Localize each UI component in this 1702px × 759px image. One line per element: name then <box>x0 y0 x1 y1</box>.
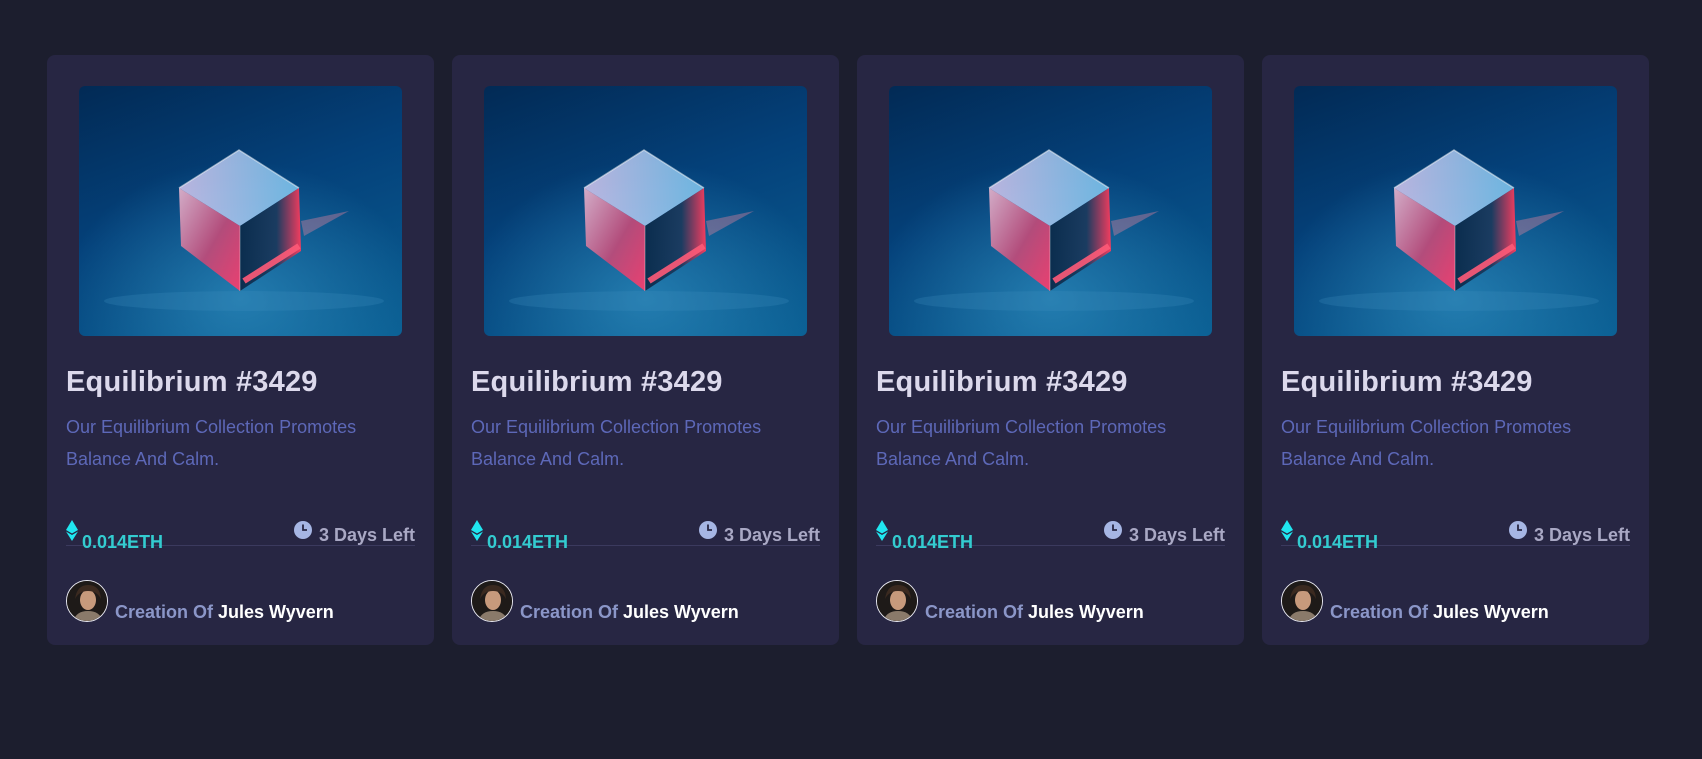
nft-card[interactable]: Equilibrium #3429 Our Equilibrium Collec… <box>47 55 434 645</box>
nft-time-left: 3 Days Left <box>698 521 820 545</box>
time-left-text: 3 Days Left <box>318 524 415 545</box>
ethereum-icon <box>66 520 78 546</box>
price-value: 0.014ETH <box>1297 532 1379 552</box>
price-value: 0.014ETH <box>487 532 569 552</box>
clock-icon <box>698 521 717 544</box>
creator-avatar[interactable] <box>471 580 513 622</box>
nft-image[interactable] <box>1294 86 1617 336</box>
nft-meta-row: 0.014ETH 3 Days Left <box>471 515 820 551</box>
creator-avatar[interactable] <box>66 580 108 622</box>
crystal-cube-image <box>889 86 1212 336</box>
nft-title: Equilibrium #3429 <box>1281 366 1533 398</box>
nft-card[interactable]: Equilibrium #3429 Our Equilibrium Collec… <box>1262 55 1649 645</box>
crystal-cube-image <box>484 86 807 336</box>
time-left-text: 3 Days Left <box>1128 524 1225 545</box>
time-left-text: 3 Days Left <box>1533 524 1630 545</box>
nft-meta-row: 0.014ETH 3 Days Left <box>876 515 1225 551</box>
creator-prefix: Creation Of <box>925 602 1024 622</box>
nft-description: Our Equilibrium Collection Promotes Bala… <box>1281 417 1572 469</box>
nft-card-grid: Equilibrium #3429 Our Equilibrium Collec… <box>47 55 1649 645</box>
creator-name[interactable]: Jules Wyvern <box>218 602 334 622</box>
nft-price: 0.014ETH <box>1281 520 1378 551</box>
clock-icon <box>1103 521 1122 544</box>
nft-price: 0.014ETH <box>876 520 973 551</box>
nft-time-left: 3 Days Left <box>1103 521 1225 545</box>
creator-name[interactable]: Jules Wyvern <box>623 602 739 622</box>
nft-image[interactable] <box>484 86 807 336</box>
nft-meta-row: 0.014ETH 3 Days Left <box>1281 515 1630 551</box>
nft-card[interactable]: Equilibrium #3429 Our Equilibrium Collec… <box>452 55 839 645</box>
nft-price: 0.014ETH <box>471 520 568 551</box>
creator-prefix: Creation Of <box>1330 602 1429 622</box>
price-value: 0.014ETH <box>892 532 974 552</box>
nft-description: Our Equilibrium Collection Promotes Bala… <box>66 417 357 469</box>
nft-creator[interactable]: Creation Of Jules Wyvern <box>66 578 334 622</box>
crystal-cube-image <box>1294 86 1617 336</box>
ethereum-icon <box>471 520 483 546</box>
nft-time-left: 3 Days Left <box>293 521 415 545</box>
nft-description: Our Equilibrium Collection Promotes Bala… <box>876 417 1167 469</box>
creator-label: Creation Of Jules Wyvern <box>115 603 334 621</box>
nft-time-left: 3 Days Left <box>1508 521 1630 545</box>
creator-avatar[interactable] <box>1281 580 1323 622</box>
nft-title: Equilibrium #3429 <box>66 366 318 398</box>
nft-image[interactable] <box>79 86 402 336</box>
nft-description: Our Equilibrium Collection Promotes Bala… <box>471 417 762 469</box>
nft-image[interactable] <box>889 86 1212 336</box>
nft-creator[interactable]: Creation Of Jules Wyvern <box>471 578 739 622</box>
nft-title: Equilibrium #3429 <box>876 366 1128 398</box>
nft-card[interactable]: Equilibrium #3429 Our Equilibrium Collec… <box>857 55 1244 645</box>
creator-label: Creation Of Jules Wyvern <box>1330 603 1549 621</box>
ethereum-icon <box>876 520 888 546</box>
creator-label: Creation Of Jules Wyvern <box>925 603 1144 621</box>
creator-prefix: Creation Of <box>520 602 619 622</box>
nft-price: 0.014ETH <box>66 520 163 551</box>
crystal-cube-image <box>79 86 402 336</box>
creator-avatar[interactable] <box>876 580 918 622</box>
clock-icon <box>1508 521 1527 544</box>
nft-creator[interactable]: Creation Of Jules Wyvern <box>1281 578 1549 622</box>
ethereum-icon <box>1281 520 1293 546</box>
creator-name[interactable]: Jules Wyvern <box>1433 602 1549 622</box>
creator-name[interactable]: Jules Wyvern <box>1028 602 1144 622</box>
creator-label: Creation Of Jules Wyvern <box>520 603 739 621</box>
nft-meta-row: 0.014ETH 3 Days Left <box>66 515 415 551</box>
creator-prefix: Creation Of <box>115 602 214 622</box>
nft-creator[interactable]: Creation Of Jules Wyvern <box>876 578 1144 622</box>
time-left-text: 3 Days Left <box>723 524 820 545</box>
nft-title: Equilibrium #3429 <box>471 366 723 398</box>
clock-icon <box>293 521 312 544</box>
price-value: 0.014ETH <box>82 532 164 552</box>
